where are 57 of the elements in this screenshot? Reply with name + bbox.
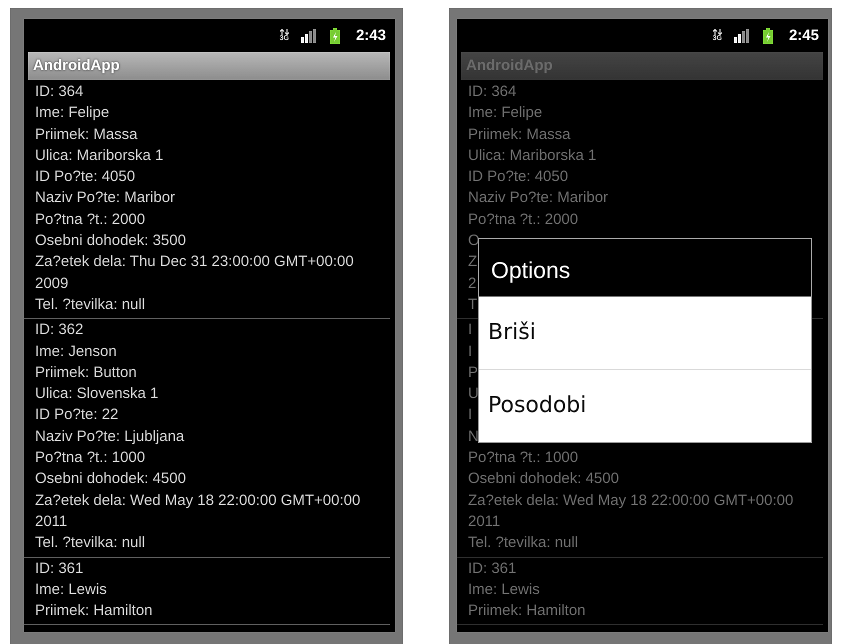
record-field: ID: 364 bbox=[468, 81, 516, 102]
record-field: Za?etek dela: Wed May 18 22:00:00 GMT+00:00 2011 bbox=[468, 490, 813, 532]
battery-charging-icon bbox=[330, 28, 340, 44]
record-field: Ulica: Slovenska 1 bbox=[35, 383, 158, 404]
record-field: Naziv Po?te: Maribor bbox=[35, 187, 176, 209]
signal-icon bbox=[734, 28, 751, 42]
record-field: I bbox=[468, 319, 472, 341]
record-field: Po?tna ?t.: 2000 bbox=[468, 208, 578, 230]
record-field: Ime: Lewis bbox=[35, 578, 107, 600]
record-field: Ime: Lewis bbox=[468, 578, 540, 600]
record-field: Ime: Felipe bbox=[468, 102, 542, 124]
record-field: Naziv Po?te: Maribor bbox=[468, 187, 608, 209]
record-field: Priimek: Massa bbox=[35, 124, 138, 145]
record-field: I bbox=[468, 404, 472, 426]
record-field: Tel. ?tevilka: null bbox=[35, 294, 146, 316]
data-arrows-icon bbox=[712, 29, 722, 35]
record-field: Tel. ?tevilka: null bbox=[468, 532, 578, 554]
record-field: Po?tna ?t.: 1000 bbox=[468, 447, 578, 468]
record-field: ID: 364 bbox=[35, 81, 84, 102]
record-field: T bbox=[468, 294, 478, 316]
record-field: Naziv Po?te: Ljubljana bbox=[35, 426, 184, 448]
record-field: P bbox=[468, 362, 478, 384]
record-field: Osebni dohodek: 4500 bbox=[35, 468, 186, 490]
record-field: ID Po?te: 4050 bbox=[35, 166, 136, 188]
record-field: Za?etek dela: Thu Dec 31 23:00:00 GMT+00:00 2009 bbox=[35, 251, 380, 294]
menu-item[interactable]: Briši bbox=[479, 297, 811, 369]
menu-item[interactable]: Posodobi bbox=[479, 369, 811, 442]
clock-time: 2:45 bbox=[788, 27, 819, 44]
record-field: Za?etek dela: Wed May 18 22:00:00 GMT+00:00 2011 bbox=[35, 490, 380, 532]
record-field: Po?tna ?t.: 2000 bbox=[35, 208, 146, 230]
record-field: N bbox=[468, 426, 479, 448]
record-field: 2 bbox=[468, 272, 476, 294]
record-field: Osebni dohodek: 4500 bbox=[468, 468, 619, 490]
record-field: ID: 362 bbox=[35, 319, 84, 341]
record-field: Ime: Felipe bbox=[35, 102, 110, 124]
record-field: Priimek: Hamilton bbox=[35, 600, 153, 622]
record-field: Priimek: Massa bbox=[468, 124, 571, 145]
record-field: Z bbox=[468, 251, 478, 273]
signal-icon bbox=[300, 28, 318, 42]
record-field: Po?tna ?t.: 1000 bbox=[35, 447, 146, 468]
record-field: Priimek: Hamilton bbox=[468, 600, 586, 622]
record-field: ID: 361 bbox=[468, 558, 516, 579]
record-field: ID: 361 bbox=[35, 558, 84, 579]
record-field: Tel. ?tevilka: null bbox=[35, 532, 146, 554]
data-arrows-icon bbox=[280, 29, 289, 35]
record-field: Ime: Jenson bbox=[35, 340, 117, 362]
record-field: Priimek: Button bbox=[35, 362, 137, 384]
battery-charging-icon bbox=[762, 28, 773, 44]
record-field: ID Po?te: 22 bbox=[35, 404, 118, 426]
record-field: Ulica: Mariborska 1 bbox=[35, 144, 164, 166]
app-title-bar: AndroidApp bbox=[28, 52, 390, 80]
record-field: ID Po?te: 4050 bbox=[468, 166, 568, 188]
record-field: Osebni dohodek: 3500 bbox=[35, 230, 186, 252]
clock-time: 2:43 bbox=[356, 27, 386, 44]
record-field: Ulica: Mariborska 1 bbox=[468, 144, 596, 166]
record-field: I bbox=[468, 340, 472, 362]
record-field: U bbox=[468, 383, 479, 404]
